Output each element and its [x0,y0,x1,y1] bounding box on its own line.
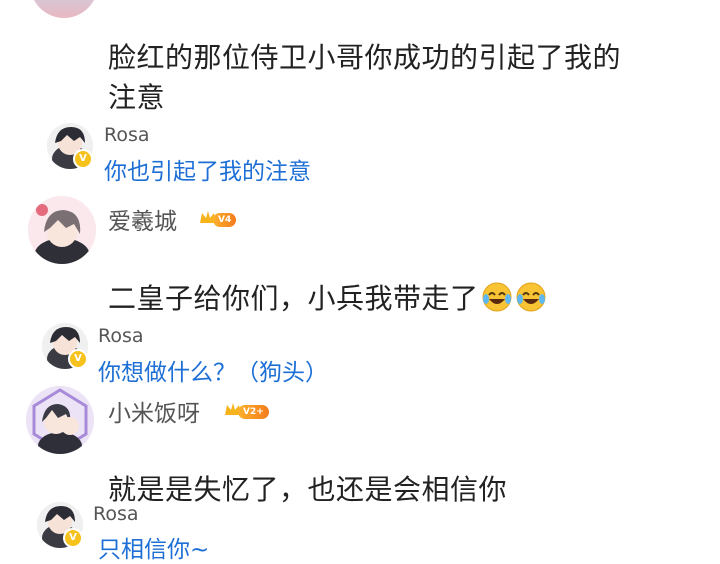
comment-text: 就是是失忆了，也还是会相信你 [108,473,508,506]
laugh-cry-emoji-icon [482,282,512,312]
verified-badge-icon: V [73,149,93,169]
avatar-art [26,386,94,454]
reply-username[interactable]: Rosa [93,503,139,525]
user-avatar[interactable] [26,386,94,454]
avatar-top-partial[interactable] [30,0,98,18]
comment-text-cont: 注意 [108,81,166,114]
vip-level-badge: V4 [199,209,245,229]
reply-text: 你也引起了我的注意 [104,159,311,185]
verified-badge-icon: V [63,528,83,548]
reply-text: 只相信你~ [98,537,210,563]
comment-text: 脸红的那位侍卫小哥你成功的引起了我的 [108,41,622,74]
user-avatar[interactable] [28,196,96,264]
laugh-cry-emoji-icon [516,282,546,312]
reply-text: 你想做什么？（狗头） [98,360,328,386]
reply-username[interactable]: Rosa [104,124,150,146]
avatar-art [28,196,96,264]
username[interactable]: 小米饭呀 [108,394,200,428]
avatar-art [30,0,98,18]
comment-text: 二皇子给你们，小兵我带走了 [108,279,547,319]
verified-badge-icon: V [68,349,88,369]
vip-level-badge: V2+ [224,401,274,421]
username[interactable]: 爱羲城 [108,202,177,236]
reply-username[interactable]: Rosa [98,325,144,347]
